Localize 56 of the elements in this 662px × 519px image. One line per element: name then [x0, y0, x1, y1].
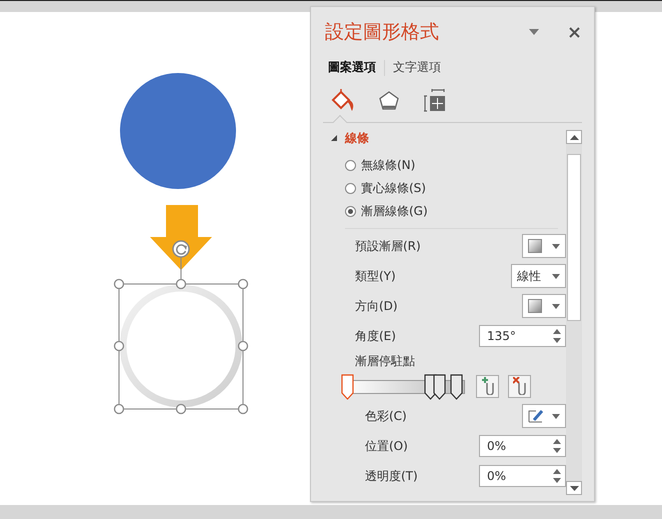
gradient-dropdown[interactable] [522, 294, 566, 318]
radio-label[interactable]: 無線條(N) [361, 157, 416, 174]
spinner-field[interactable]: 0% [479, 435, 566, 457]
add-stop-icon [480, 377, 494, 395]
rotate-handle-icon[interactable] [172, 240, 190, 258]
size-position-icon[interactable] [424, 89, 446, 113]
gradient-stop-handle[interactable] [450, 374, 463, 400]
spinner-field[interactable]: 0% [479, 465, 566, 487]
field-label: 預設漸層(R) [355, 238, 421, 254]
selection-frame[interactable] [114, 256, 248, 414]
spin-arrows-icon[interactable] [553, 439, 561, 453]
radio-button[interactable] [345, 206, 356, 217]
caret-icon [552, 244, 560, 248]
close-icon[interactable] [569, 26, 580, 38]
spinner-field[interactable]: 135° [479, 325, 566, 347]
field-label: 透明度(T) [365, 468, 418, 484]
field-label: 方向(D) [355, 298, 398, 314]
gradient-stop-bar[interactable] [341, 373, 467, 399]
gradient-stop-handle[interactable] [432, 374, 446, 400]
field-label: 角度(E) [355, 328, 396, 344]
spin-arrows-icon[interactable] [553, 469, 561, 483]
radio-label[interactable]: 實心線條(S) [361, 180, 426, 197]
scroll-down-icon[interactable] [566, 481, 582, 495]
caret-icon [552, 304, 560, 308]
scroll-thumb[interactable] [567, 154, 581, 321]
color-dropdown[interactable] [522, 404, 566, 428]
gradient-swatch [528, 299, 542, 313]
paint-bucket-icon[interactable] [330, 89, 356, 113]
spin-arrows-icon[interactable] [553, 329, 561, 343]
radio-button[interactable] [345, 183, 356, 194]
add-stop-button[interactable] [476, 374, 499, 398]
gradient-dropdown[interactable] [522, 234, 566, 258]
radio-label[interactable]: 漸層線條(G) [361, 203, 428, 220]
pane-title: 設定圖形格式 [325, 20, 440, 45]
gradient-stop-handle[interactable] [341, 374, 354, 400]
caret-icon [552, 274, 560, 278]
field-label: 位置(O) [365, 438, 408, 454]
pen-icon [528, 409, 544, 423]
field-label: 類型(Y) [355, 268, 396, 284]
section-heading[interactable]: 線條 [345, 130, 369, 146]
caret-icon [552, 414, 560, 418]
type-dropdown[interactable]: 線性 [511, 264, 566, 288]
scroll-bar[interactable] [566, 130, 582, 495]
options-tab[interactable]: 圖案選項 [328, 59, 376, 76]
field-label: 色彩(C) [365, 408, 407, 424]
remove-stop-button[interactable] [508, 374, 531, 398]
radio-button[interactable] [345, 160, 356, 171]
remove-stop-icon [512, 377, 526, 395]
options-tab[interactable]: 文字選項 [393, 59, 441, 76]
pentagon-icon[interactable] [378, 90, 400, 112]
down-arrow-shape [150, 205, 212, 270]
collapse-triangle-icon[interactable] [331, 135, 337, 141]
dropdown-caret-icon[interactable] [529, 29, 539, 35]
field-label: 漸層停駐點 [355, 352, 415, 370]
gradient-swatch [528, 239, 542, 253]
scroll-up-icon[interactable] [566, 130, 582, 144]
